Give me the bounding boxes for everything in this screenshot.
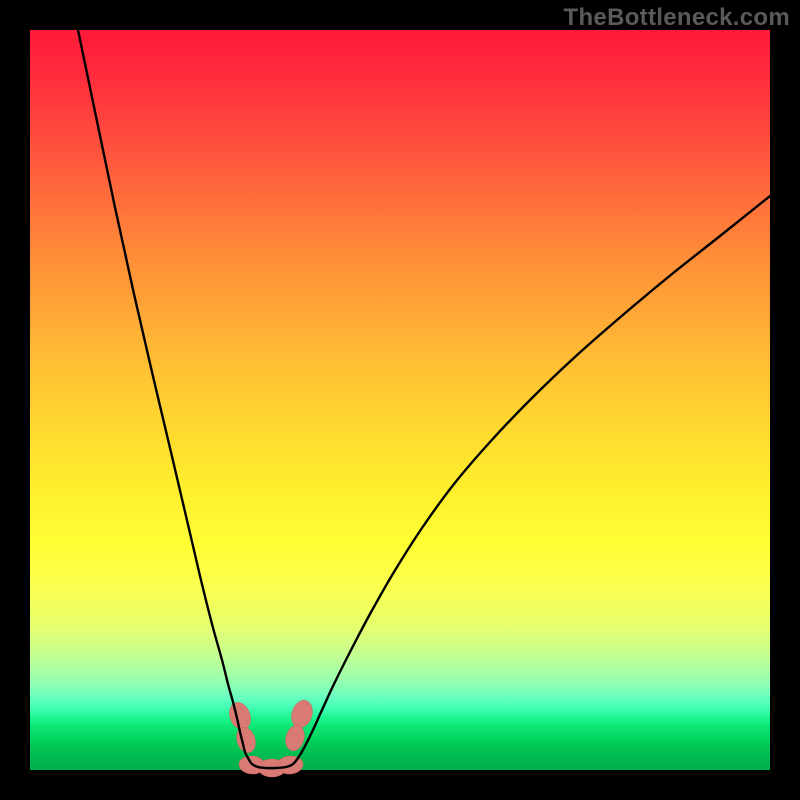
left-blob-lower [233, 725, 258, 755]
marker-group [226, 698, 316, 777]
watermark-text: TheBottleneck.com [564, 4, 790, 32]
curve-svg [30, 30, 770, 770]
right-blob-upper [288, 698, 316, 731]
bottleneck-curve [78, 30, 770, 768]
plot-area [30, 30, 770, 770]
chart-frame: TheBottleneck.com [0, 0, 800, 800]
